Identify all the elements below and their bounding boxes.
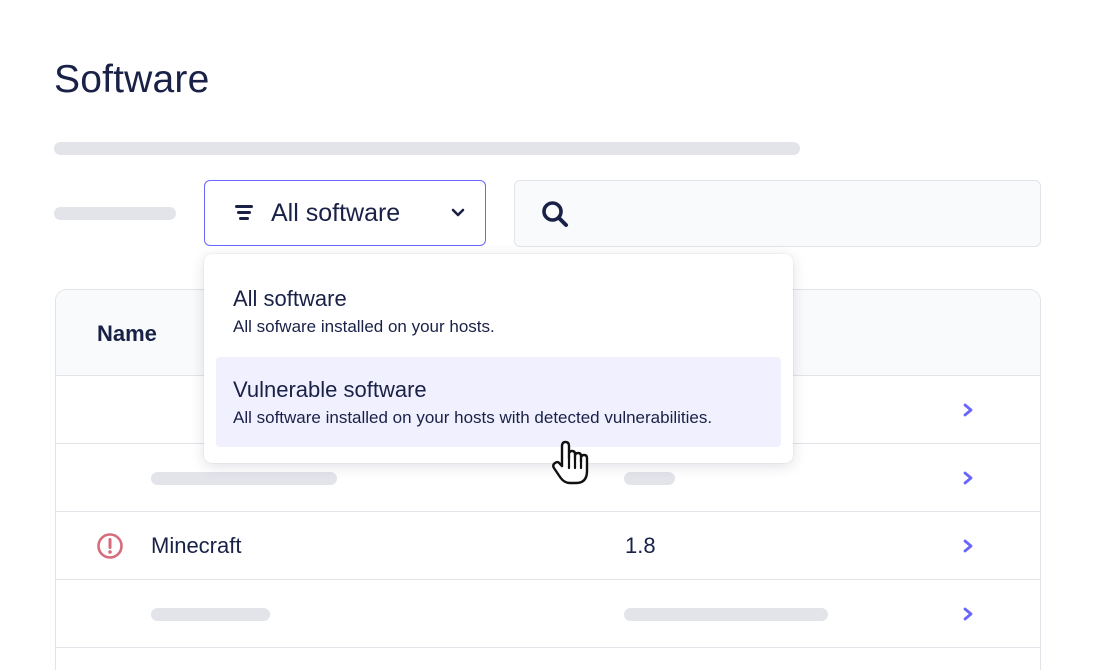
table-row[interactable]: [56, 580, 1040, 648]
chevron-right-icon: [963, 471, 973, 485]
chevron-right-icon: [963, 403, 973, 417]
menu-item-description: All sofware installed on your hosts.: [233, 317, 495, 336]
name-placeholder: [151, 608, 270, 621]
hand-pointer-icon: [552, 440, 589, 485]
table-row[interactable]: Minecraft 1.8: [56, 512, 1040, 580]
count-placeholder: [54, 207, 176, 220]
filter-icon: [235, 205, 253, 221]
search-input[interactable]: [579, 181, 1019, 245]
filter-selected-label: All software: [271, 198, 401, 227]
description-placeholder: [54, 142, 800, 155]
software-name: Minecraft: [151, 533, 242, 558]
software-filter-menu: All software All sofware installed on yo…: [204, 254, 793, 463]
version-placeholder: [624, 608, 828, 621]
version-placeholder: [624, 472, 675, 485]
menu-item-vulnerable-software[interactable]: Vulnerable software All software install…: [216, 357, 781, 447]
menu-item-description: All software installed on your hosts wit…: [233, 408, 713, 427]
chevron-down-icon: [451, 208, 465, 217]
chevron-right-icon: [963, 539, 973, 553]
alert-icon: [97, 533, 123, 559]
column-header-name[interactable]: Name: [97, 321, 157, 347]
search-icon: [542, 201, 568, 227]
chevron-right-icon: [963, 607, 973, 621]
name-placeholder: [151, 472, 337, 485]
menu-item-all-software[interactable]: All software All sofware installed on yo…: [216, 266, 781, 356]
menu-item-title: Vulnerable software: [233, 377, 427, 402]
menu-item-title: All software: [233, 286, 347, 311]
software-filter-dropdown[interactable]: All software: [204, 180, 486, 246]
page-title: Software: [54, 58, 210, 101]
software-version: 1.8: [625, 533, 656, 558]
search-field[interactable]: [514, 180, 1041, 247]
